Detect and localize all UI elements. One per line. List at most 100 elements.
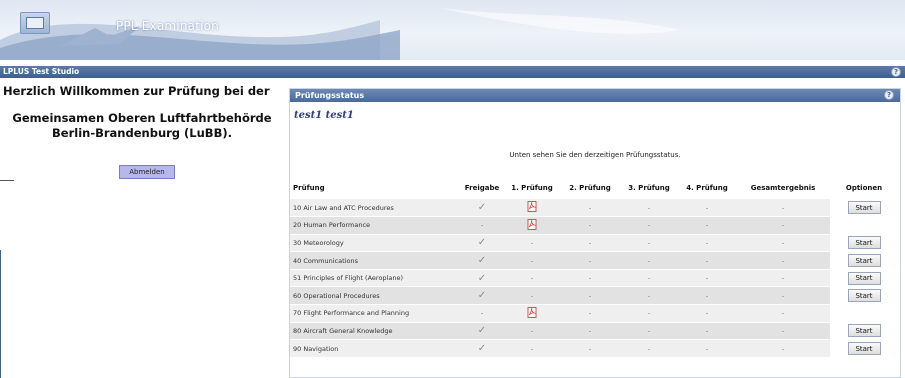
studio-title-bar: LPLUS Test Studio ? — [0, 66, 905, 78]
table-row: 51 Principles of Flight (Aeroplane) ✓ - - - -… — [290, 269, 898, 288]
candidate-name: test1 test1 — [294, 110, 354, 121]
table-row: 20 Human Performance - - - - - — [290, 216, 898, 235]
status-value: - — [620, 322, 678, 341]
status-value: - — [678, 234, 736, 253]
status-value: - — [736, 339, 830, 358]
status-value: - — [504, 286, 560, 306]
exam-subject-name: 20 Human Performance — [290, 216, 460, 235]
checkmark-icon: ✓ — [460, 199, 504, 218]
options-cell: Start — [830, 269, 898, 288]
pdf-cell — [504, 304, 560, 323]
start-exam-button[interactable]: Start — [847, 201, 881, 215]
exam-status-panel: Prüfungsstatus ? test1 test1 Unten sehen… — [289, 88, 901, 378]
status-value: - — [678, 216, 736, 235]
status-value: - — [504, 322, 560, 341]
checkmark-icon: ✓ — [477, 202, 487, 214]
checkmark-icon: ✓ — [460, 251, 504, 270]
divider — [0, 180, 14, 181]
status-value: - — [620, 339, 678, 358]
pdf-icon[interactable] — [527, 306, 537, 318]
logout-button[interactable]: Abmelden — [119, 165, 175, 179]
left-edge-line — [0, 250, 1, 378]
checkmark-icon: ✓ — [460, 234, 504, 253]
status-info-text: Unten sehen Sie den derzeitigen Prüfungs… — [509, 151, 681, 159]
status-value: - — [678, 322, 736, 341]
checkmark-icon: ✓ — [477, 255, 487, 267]
status-value: - — [678, 269, 736, 288]
status-value: - — [560, 339, 620, 358]
status-value: - — [736, 199, 830, 218]
status-value: - — [460, 216, 504, 235]
options-cell — [830, 216, 898, 235]
exam-subject-name: 70 Flight Performance and Planning — [290, 304, 460, 323]
welcome-heading: Herzlich Willkommen zur Prüfung bei der — [3, 84, 270, 98]
pdf-icon[interactable] — [527, 218, 537, 230]
status-value: - — [504, 269, 560, 288]
start-exam-button[interactable]: Start — [847, 271, 881, 285]
checkmark-icon: ✓ — [477, 343, 487, 355]
start-exam-button[interactable]: Start — [847, 289, 881, 303]
options-cell: Start — [830, 234, 898, 253]
table-row: 60 Operational Procedures ✓ - - - - - Start — [290, 286, 898, 306]
status-value: - — [736, 269, 830, 288]
start-exam-button[interactable]: Start — [847, 342, 881, 356]
column-header: 4. Prüfung — [686, 184, 728, 192]
checkmark-icon: ✓ — [460, 269, 504, 288]
exam-subject-name: 51 Principles of Flight (Aeroplane) — [290, 269, 460, 288]
status-value: - — [678, 199, 736, 218]
status-value: - — [620, 304, 678, 323]
options-cell: Start — [830, 286, 898, 306]
status-value: - — [620, 286, 678, 306]
exam-subject-name: 80 Aircraft General Knowledge — [290, 322, 460, 341]
start-exam-button[interactable]: Start — [847, 254, 881, 268]
checkmark-icon: ✓ — [460, 322, 504, 341]
status-value: - — [620, 234, 678, 253]
status-value: - — [504, 339, 560, 358]
column-header: Prüfung — [293, 184, 325, 192]
authority-line-1: Gemeinsamen Oberen Luftfahrtbehörde — [12, 111, 272, 125]
status-value: - — [560, 286, 620, 306]
status-value: - — [678, 286, 736, 306]
app-title: PPL Examination — [116, 19, 219, 33]
status-value: - — [560, 234, 620, 253]
exam-subject-name: 90 Navigation — [290, 339, 460, 358]
pdf-icon[interactable] — [527, 201, 537, 212]
exam-subject-name: 30 Meteorology — [290, 234, 460, 253]
options-cell: Start — [830, 199, 898, 218]
options-cell: Start — [830, 339, 898, 358]
exam-subject-name: 60 Operational Procedures — [290, 286, 460, 306]
options-cell — [830, 304, 898, 323]
app-banner: PPL Examination — [0, 0, 905, 60]
status-value: - — [620, 269, 678, 288]
start-exam-button[interactable]: Start — [847, 324, 881, 338]
help-icon[interactable]: ? — [891, 67, 901, 77]
exam-subject-name: 10 Air Law and ATC Procedures — [290, 199, 460, 218]
column-header: 2. Prüfung — [569, 184, 611, 192]
start-exam-button[interactable]: Start — [847, 236, 881, 250]
table-row: 70 Flight Performance and Planning - - - - - — [290, 304, 898, 323]
status-value: - — [678, 251, 736, 270]
status-value: - — [560, 304, 620, 323]
checkmark-icon: ✓ — [477, 237, 487, 249]
help-icon[interactable]: ? — [884, 90, 894, 100]
exam-subject-name: 40 Communications — [290, 251, 460, 270]
status-value: - — [560, 251, 620, 270]
status-value: - — [504, 251, 560, 270]
checkmark-icon: ✓ — [477, 325, 487, 337]
column-header: 3. Prüfung — [628, 184, 670, 192]
app-logo-icon — [20, 12, 50, 34]
checkmark-icon: ✓ — [477, 290, 487, 302]
pdf-cell — [504, 199, 560, 218]
table-row: 90 Navigation ✓ - - - - - Start — [290, 339, 898, 358]
table-row: 80 Aircraft General Knowledge ✓ - - - - - Start — [290, 322, 898, 341]
checkmark-icon: ✓ — [477, 272, 487, 284]
status-value: - — [736, 216, 830, 235]
table-header-row: Prüfung Freigabe 1. Prüfung 2. Prüfung 3… — [290, 177, 898, 199]
checkmark-icon: ✓ — [460, 339, 504, 358]
status-value: - — [678, 304, 736, 323]
status-value: - — [620, 251, 678, 270]
status-value: - — [460, 304, 504, 323]
status-value: - — [736, 286, 830, 306]
panel-header: Prüfungsstatus ? — [290, 89, 900, 102]
column-header: Gesamtergebnis — [750, 184, 816, 192]
